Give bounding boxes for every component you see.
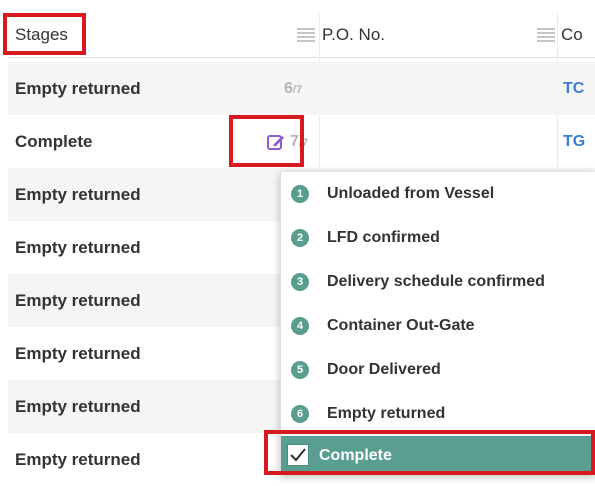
step-number-badge: 4 [291,317,309,335]
column-header-po[interactable]: P.O. No. [322,13,557,57]
stages-grid: Stages P.O. No. Co Empty returned 6/7 TC… [0,0,595,475]
highlight-box-edit [229,115,304,167]
column-header-third[interactable]: Co [561,13,595,57]
column-header-third-label: Co [561,25,583,44]
highlight-box-stages [3,13,86,55]
stage-option-label: LFD confirmed [327,229,440,246]
step-number-badge: 3 [291,273,309,291]
step-number-badge: 1 [291,185,309,203]
column-menu-icon[interactable] [297,28,315,42]
stage-option[interactable]: 2 LFD confirmed [281,216,595,260]
stage-cell: Empty returned [15,449,141,469]
header-divider [8,57,595,58]
step-number-badge: 2 [291,229,309,247]
step-number-badge: 5 [291,361,309,379]
stage-option-label: Unloaded from Vessel [327,185,495,202]
stage-progress: 6/7 [284,79,303,97]
stage-option[interactable]: 3 Delivery schedule confirmed [281,260,595,304]
stage-cell: Empty returned [15,396,141,416]
stage-option-label: Door Delivered [327,361,441,378]
stage-cell: Complete [15,131,93,151]
stage-option-label: Container Out-Gate [327,317,475,334]
stage-cell: Empty returned [15,343,141,363]
step-number-badge: 6 [291,405,309,423]
column-menu-icon[interactable] [537,28,555,42]
row-link[interactable]: TC [563,80,584,98]
column-header-po-label: P.O. No. [322,25,385,44]
table-row[interactable]: Empty returned 6/7 TC [8,62,595,115]
stage-option[interactable]: 4 Container Out-Gate [281,304,595,348]
stage-cell: Empty returned [15,78,141,98]
stage-cell: Empty returned [15,184,141,204]
row-link[interactable]: TG [563,133,585,151]
stage-option-label: Empty returned [327,405,446,422]
stage-cell: Empty returned [15,237,141,257]
stage-cell: Empty returned [15,290,141,310]
stage-option-label: Delivery schedule confirmed [327,273,545,290]
stage-option[interactable]: 1 Unloaded from Vessel [281,172,595,216]
highlight-box-complete [264,430,595,475]
stage-option[interactable]: 5 Door Delivered [281,348,595,392]
